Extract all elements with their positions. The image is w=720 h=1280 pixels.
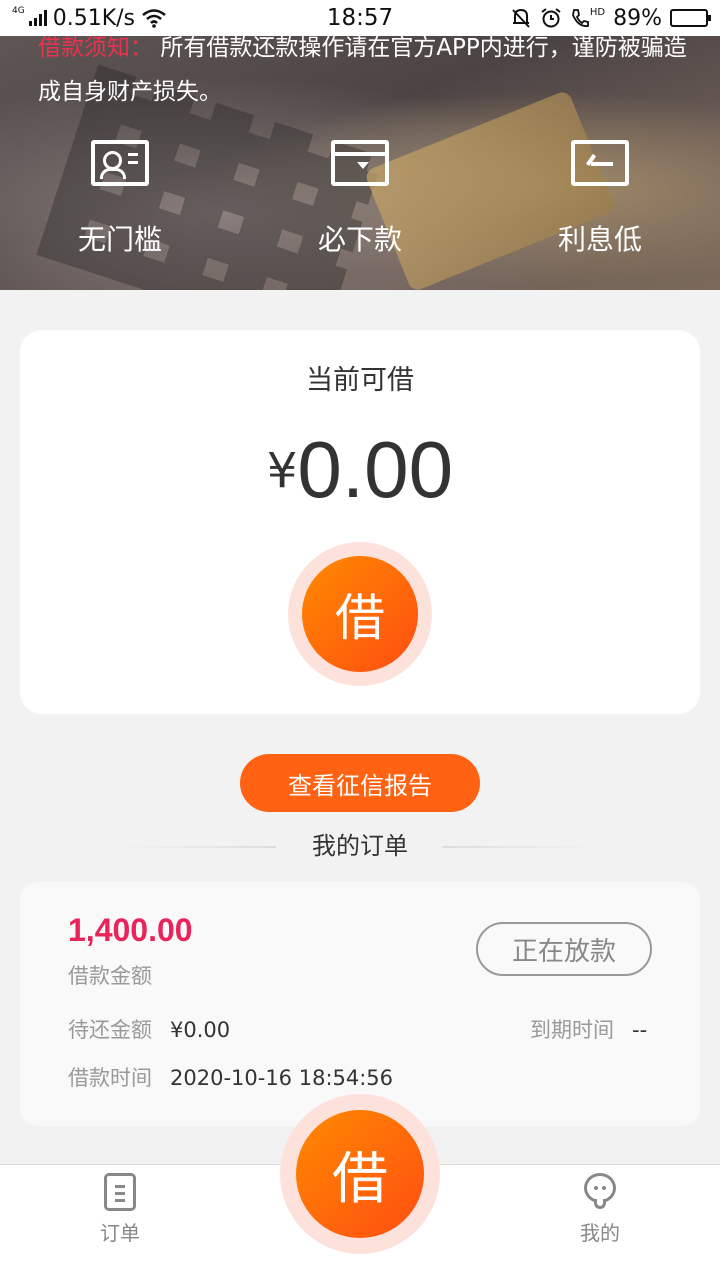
due-label: 到期时间 (530, 1018, 614, 1042)
feature-low-interest: 利息低 (480, 140, 720, 258)
status-left: 4G 0.51K/s (12, 6, 272, 31)
nav-orders[interactable]: 订单 (60, 1173, 180, 1246)
feature-label: 必下款 (317, 223, 402, 256)
hd-call-icon: HD (570, 7, 605, 29)
battery-icon (670, 9, 711, 27)
feature-guaranteed: 必下款 (240, 140, 480, 258)
my-orders-header: 我的订单 (0, 826, 720, 866)
order-status-badge: 正在放款 (476, 922, 652, 976)
pending-amount-row: 待还金额 ¥0.00 (68, 1014, 230, 1044)
time-value: 2020-10-16 18:54:56 (170, 1066, 394, 1090)
order-amount-label: 借款金额 (68, 964, 152, 988)
order-card[interactable]: 1,400.00 借款金额 正在放款 待还金额 ¥0.00 到期时间 -- 借款时间… (20, 882, 700, 1126)
loan-notice: 借款须知： 所有借款还款操作请在官方APP内进行，谨防被骗造成自身财产损失。 (38, 36, 698, 114)
app-screen: 4G 0.51K/s 18:57 HD 89% 借款须知： 所有借款还款操作请在… (0, 0, 720, 1280)
borrow-button-label: 借 (302, 556, 418, 672)
nav-mine-label: 我的 (580, 1221, 620, 1245)
divider-right (442, 846, 598, 848)
notice-highlight: 借款须知： (38, 36, 153, 61)
hd-label: HD (589, 7, 606, 18)
currency-symbol: ¥ (266, 443, 298, 499)
loan-time-row: 借款时间 2020-10-16 18:54:56 (68, 1062, 393, 1092)
time-label: 借款时间 (68, 1066, 152, 1090)
view-credit-report-button[interactable]: 查看征信报告 (240, 754, 480, 812)
promo-banner: 借款须知： 所有借款还款操作请在官方APP内进行，谨防被骗造成自身财产损失。 无… (0, 36, 720, 290)
nav-mine[interactable]: 我的 (540, 1173, 660, 1246)
feature-label: 无门槛 (77, 223, 162, 256)
battery-percent: 89% (613, 5, 662, 31)
nav-borrow-button[interactable]: 借 (280, 1094, 440, 1254)
wallet-icon (331, 140, 389, 186)
document-icon (104, 1173, 136, 1211)
pending-value: ¥0.00 (170, 1018, 231, 1042)
available-label: 当前可借 (306, 365, 414, 396)
feature-label: 利息低 (557, 223, 642, 256)
my-orders-title: 我的订单 (312, 832, 408, 860)
alarm-icon (541, 8, 561, 28)
wifi-icon (142, 9, 166, 28)
status-bar: 4G 0.51K/s 18:57 HD 89% (0, 0, 720, 36)
mute-bell-icon (512, 8, 530, 28)
return-arrow-icon (571, 140, 629, 186)
order-amount: 1,400.00 (68, 912, 193, 948)
network-speed: 0.51K/s (52, 5, 135, 31)
status-time: 18:57 (326, 5, 394, 31)
network-type: 4G (12, 6, 25, 16)
amount-value: 0.00 (297, 425, 454, 514)
available-amount: ¥0.00 (20, 424, 700, 516)
id-card-icon (91, 140, 149, 186)
profile-icon (583, 1173, 617, 1211)
feature-list: 无门槛 必下款 利息低 (0, 140, 720, 258)
nav-borrow-label: 借 (296, 1110, 424, 1238)
feature-no-threshold: 无门槛 (0, 140, 240, 258)
signal-icon (28, 10, 47, 26)
available-credit-card: 当前可借 ¥0.00 借 (20, 330, 700, 714)
pending-label: 待还金额 (68, 1018, 152, 1042)
borrow-button[interactable]: 借 (288, 542, 432, 686)
nav-orders-label: 订单 (100, 1221, 140, 1245)
status-right: HD 89% (448, 5, 711, 31)
due-value: -- (632, 1018, 648, 1042)
due-date-row: 到期时间 -- (530, 1014, 647, 1044)
